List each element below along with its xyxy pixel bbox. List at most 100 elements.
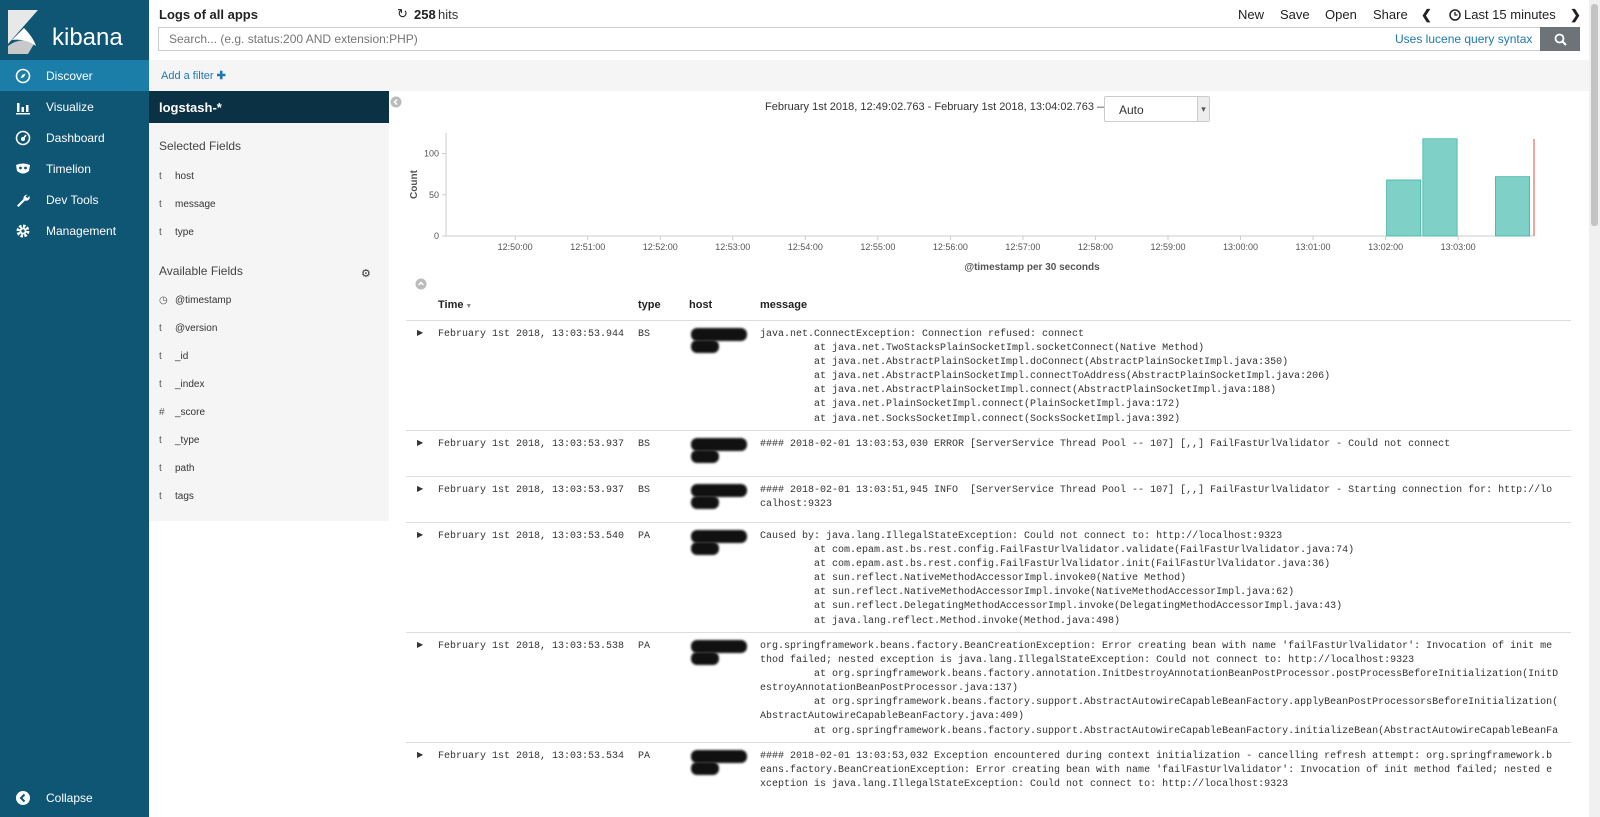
- table-row[interactable]: ▶ February 1st 2018, 13:03:53.937 BS #### 2…: [406, 476, 1571, 522]
- row-type: BS: [638, 439, 651, 450]
- field-name: @timestamp: [175, 295, 232, 306]
- field-name: _id: [175, 351, 189, 362]
- row-message: #### 2018-02-01 13:03:51,945 INFO [Serve…: [760, 485, 1553, 511]
- reload-icon[interactable]: ↻: [397, 6, 408, 22]
- interval-select[interactable]: Auto ▾: [1104, 96, 1210, 122]
- y-tick-label: 50: [429, 190, 439, 200]
- expand-row-caret-icon[interactable]: ▶: [417, 484, 423, 493]
- sidebar-item-timelion[interactable]: Timelion: [0, 153, 149, 184]
- row-message: #### 2018-02-01 13:03:53,030 ERROR [Serv…: [760, 439, 1451, 450]
- field-item-index[interactable]: t _index: [159, 379, 204, 390]
- table-row[interactable]: ▶ February 1st 2018, 13:03:53.540 PA Caused…: [406, 522, 1571, 632]
- field-item-path[interactable]: t path: [159, 463, 194, 474]
- field-item-score[interactable]: # _score: [159, 407, 205, 418]
- field-item-tags[interactable]: t tags: [159, 491, 194, 502]
- timelion-mask-icon: [0, 161, 46, 177]
- row-time: February 1st 2018, 13:03:53.937: [438, 439, 625, 450]
- compass-icon: [0, 68, 46, 84]
- field-name: _type: [175, 435, 200, 446]
- index-pattern-selector[interactable]: logstash-*: [149, 91, 389, 123]
- x-tick-label: 12:50:00: [498, 242, 533, 252]
- redaction-blob: [691, 762, 719, 775]
- field-item-type[interactable]: t type: [159, 227, 194, 238]
- column-header-type[interactable]: type: [638, 299, 661, 311]
- field-item-type[interactable]: t _type: [159, 435, 199, 446]
- row-message: java.net.ConnectException: Connection re…: [760, 329, 1331, 425]
- x-tick-label: 12:51:00: [570, 242, 605, 252]
- kibana-logo[interactable]: kibana: [8, 8, 143, 58]
- open-button[interactable]: Open: [1325, 7, 1357, 22]
- row-time: February 1st 2018, 13:03:53.944: [438, 329, 625, 340]
- time-forward-icon[interactable]: ❯: [1570, 7, 1581, 23]
- collapse-sidebar-icon[interactable]: [390, 96, 402, 108]
- field-item-message[interactable]: t message: [159, 199, 216, 210]
- x-tick-label: 12:52:00: [643, 242, 678, 252]
- save-button[interactable]: Save: [1280, 7, 1310, 22]
- histogram-chart: 0 50 100 12:50:00 12:51:00 12:52:00 12:53:00 12…: [409, 133, 1535, 273]
- x-axis-title: @timestamp per 30 seconds: [964, 262, 1100, 273]
- field-name: _index: [175, 379, 205, 390]
- collapse-button[interactable]: Collapse: [0, 786, 149, 810]
- expand-row-caret-icon[interactable]: ▶: [417, 328, 423, 337]
- histogram-bar: [1422, 138, 1458, 237]
- row-host-redacted: [689, 328, 747, 358]
- field-type-icon: t: [159, 491, 162, 502]
- new-button[interactable]: New: [1238, 7, 1264, 22]
- sidebar-item-label: Discover: [46, 68, 93, 83]
- page-scrollbar[interactable]: [1589, 0, 1600, 817]
- expand-row-caret-icon[interactable]: ▶: [417, 530, 423, 539]
- row-host-redacted: [689, 530, 747, 560]
- field-item-version[interactable]: t @version: [159, 323, 217, 334]
- expand-row-caret-icon[interactable]: ▶: [417, 750, 423, 759]
- column-header-message[interactable]: message: [760, 299, 807, 311]
- column-header-time[interactable]: Time ▼: [438, 299, 472, 311]
- row-message: org.springframework.beans.factory.BeanCr…: [760, 641, 1559, 737]
- field-name: path: [175, 463, 195, 474]
- x-tick-label: 13:03:00: [1441, 242, 1476, 252]
- field-item-id[interactable]: t _id: [159, 351, 188, 362]
- wrench-icon: [0, 192, 46, 208]
- selected-fields-title: Selected Fields: [159, 139, 242, 153]
- expand-row-caret-icon[interactable]: ▶: [417, 640, 423, 649]
- table-row[interactable]: ▶ February 1st 2018, 13:03:53.538 PA org.sp…: [406, 632, 1571, 742]
- column-header-host[interactable]: host: [689, 299, 712, 311]
- field-name: type: [175, 227, 194, 238]
- field-item-timestamp[interactable]: ◷ @timestamp: [159, 295, 231, 306]
- sidebar-item-label: Dashboard: [46, 130, 105, 145]
- row-type: PA: [638, 641, 651, 652]
- time-back-icon[interactable]: ❮: [1421, 7, 1432, 23]
- table-row[interactable]: ▶ February 1st 2018, 13:03:53.534 PA #### 2…: [406, 742, 1571, 798]
- sidebar-item-dashboard[interactable]: Dashboard: [0, 122, 149, 153]
- top-nav: Logs of all apps ↻ 258 hits New Save Ope…: [149, 0, 1589, 29]
- field-item-host[interactable]: t host: [159, 171, 194, 182]
- add-filter-link[interactable]: Add a filter ✚: [161, 69, 226, 82]
- search-input[interactable]: [159, 28, 1359, 50]
- row-host-redacted: [689, 484, 747, 514]
- scrollbar-thumb[interactable]: [1591, 4, 1598, 226]
- histogram-bar: [1386, 179, 1422, 237]
- sidebar-item-dev-tools[interactable]: Dev Tools: [0, 184, 149, 215]
- expand-row-caret-icon[interactable]: ▶: [417, 438, 423, 447]
- sidebar-item-management[interactable]: Management: [0, 215, 149, 246]
- sidebar-item-visualize[interactable]: Visualize: [0, 91, 149, 122]
- collapse-chart-icon[interactable]: [415, 278, 427, 290]
- search-button[interactable]: [1540, 27, 1580, 51]
- available-fields-title: Available Fields: [159, 264, 243, 278]
- time-header-label: Time: [438, 299, 464, 311]
- share-button[interactable]: Share: [1373, 7, 1408, 22]
- time-picker-button[interactable]: Last 15 minutes: [1464, 7, 1556, 22]
- histogram-bar: [1494, 176, 1531, 237]
- lucene-syntax-link[interactable]: Uses lucene query syntax: [1395, 32, 1532, 46]
- field-type-icon: t: [159, 227, 162, 238]
- x-tick-label: 13:01:00: [1296, 242, 1331, 252]
- table-row[interactable]: ▶ February 1st 2018, 13:03:53.937 BS #### 2…: [406, 430, 1571, 476]
- y-axis-title: Count: [409, 169, 420, 199]
- collapse-label: Collapse: [46, 791, 93, 805]
- hits-count: 258: [414, 7, 436, 22]
- field-type-icon: t: [159, 435, 162, 446]
- field-settings-gear-icon[interactable]: ⚙: [361, 267, 371, 280]
- table-row[interactable]: ▶ February 1st 2018, 13:03:53.944 BS java.n…: [406, 320, 1571, 430]
- search-icon: [1554, 33, 1567, 46]
- field-type-icon: t: [159, 171, 162, 182]
- sidebar-item-discover[interactable]: Discover: [0, 60, 149, 91]
